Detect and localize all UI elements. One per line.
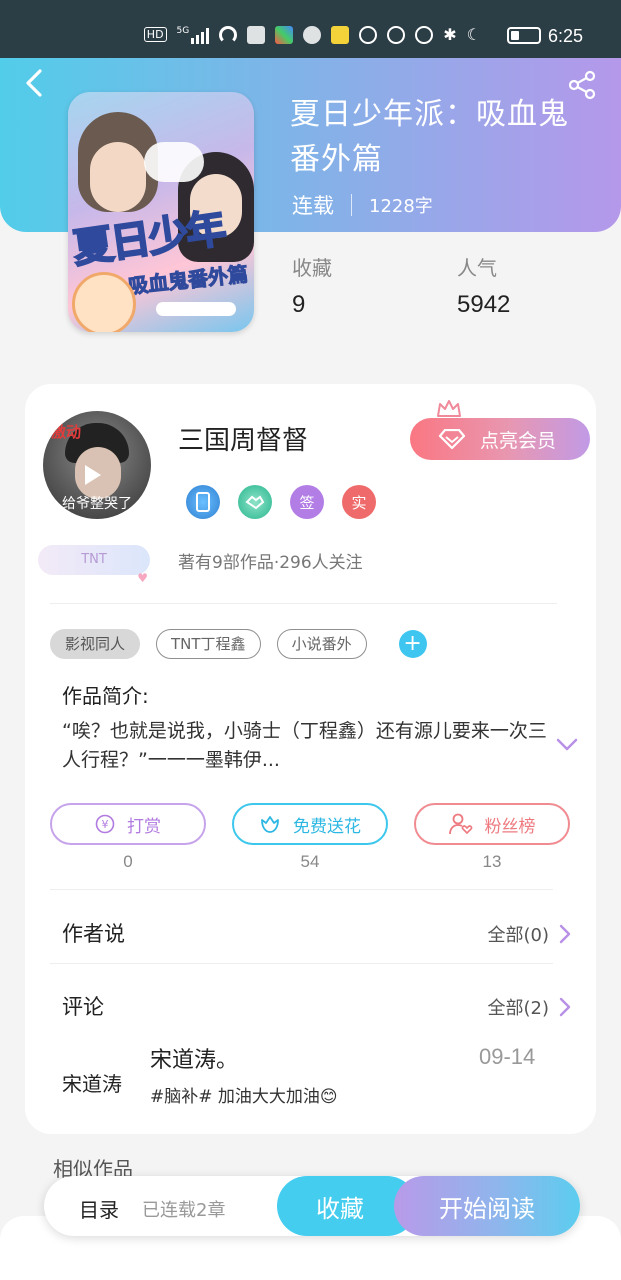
fans-count: 13 — [482, 852, 502, 871]
comment-author[interactable]: 宋道涛。 — [150, 1042, 238, 1074]
stat-favorites: 收藏 9 — [292, 252, 332, 319]
wifi-icon — [219, 25, 238, 44]
network-label: 5G — [176, 25, 190, 36]
stat-value: 9 — [292, 291, 306, 318]
reward-button[interactable]: ¥ 打赏 — [50, 803, 206, 845]
chevron-right-icon — [559, 924, 571, 944]
toc-button[interactable]: 目录 — [79, 1194, 119, 1223]
works-info: 著有9部作品·296人关注 — [178, 553, 363, 573]
svg-text:¥: ¥ — [102, 818, 109, 831]
author-avatar[interactable]: 激动 给爷整哭了 — [43, 411, 151, 519]
divider — [50, 603, 557, 604]
stat-value: 5942 — [457, 291, 511, 318]
flower-icon — [261, 816, 279, 833]
cover-speech-bubble — [144, 142, 204, 182]
book-title: 夏日少年派：吸血鬼番外篇 — [290, 97, 569, 177]
author-badges: 签 实 — [186, 485, 376, 519]
clock: 6:25 — [547, 26, 583, 46]
stat-popularity: 人气 5942 — [457, 252, 510, 319]
vip-button-label: 点亮会员 — [480, 429, 557, 452]
back-icon[interactable] — [20, 68, 50, 98]
comment-date: 09-14 — [479, 1044, 536, 1069]
hd-icon: HD — [143, 27, 167, 42]
start-reading-label: 开始阅读 — [439, 1194, 535, 1223]
cover-figure-face — [90, 142, 146, 212]
handshake-badge-icon[interactable] — [238, 485, 272, 519]
status-bar: HD 5G ✱ ☾ 6:25 — [0, 0, 621, 58]
serial-status: 连载 — [292, 194, 334, 218]
tag-pill[interactable]: 影视同人 — [50, 629, 141, 659]
play-icon — [85, 465, 101, 485]
stat-label: 人气 — [457, 256, 497, 280]
phone-badge-icon[interactable] — [186, 485, 220, 519]
signal-icon: 5G — [177, 26, 210, 44]
author-name[interactable]: 三国周督督 — [178, 420, 308, 457]
intro-label: 作品简介: — [62, 684, 149, 708]
sign-badge[interactable]: 签 — [290, 485, 324, 519]
author-says-all-label: 全部(0) — [487, 925, 550, 946]
book-cover[interactable]: 夏日少年派 吸血鬼番外篇 — [68, 92, 254, 332]
comments-all-label: 全部(2) — [487, 998, 550, 1019]
comments-all-link[interactable]: 全部(2) — [488, 994, 572, 1020]
fan-ranking-button[interactable]: 粉丝榜 — [414, 803, 570, 845]
fan-badge: TNT ♥ — [38, 545, 150, 585]
user-heart-icon — [448, 813, 472, 835]
intro-text: “唉？也就是说我，小骑士（丁程鑫）还有源儿要来一次三人行程？”一一一墨韩伊... — [62, 720, 547, 771]
app-icon — [275, 25, 294, 44]
favorite-label: 收藏 — [316, 1194, 364, 1223]
fan-badge-label: TNT — [81, 552, 107, 567]
bluetooth-icon: ✱ — [443, 25, 457, 44]
fan-ranking-label: 粉丝榜 — [484, 816, 536, 837]
yuan-icon: ¥ — [95, 814, 115, 834]
tag-pill[interactable]: TNT丁程鑫 — [156, 629, 261, 659]
vip-button[interactable]: 点亮会员 — [410, 418, 590, 460]
tv-icon — [247, 25, 266, 44]
stat-label: 收藏 — [292, 256, 332, 280]
battery-icon — [507, 27, 541, 44]
author-says-label: 作者说 — [62, 922, 125, 946]
verified-badge[interactable]: 实 — [342, 485, 376, 519]
heart-icon: ♥ — [137, 571, 148, 585]
comment-user[interactable]: 宋道涛 — [62, 1068, 122, 1097]
divider — [50, 889, 553, 890]
send-flower-label: 免费送花 — [293, 816, 361, 837]
send-flower-button[interactable]: 免费送花 — [232, 803, 388, 845]
avatar-caption: 给爷整哭了 — [62, 496, 132, 512]
diamond-icon — [438, 429, 466, 449]
crown-icon — [437, 400, 461, 417]
tag-pill[interactable]: 小说番外 — [276, 629, 367, 659]
word-count: 1228字 — [369, 196, 433, 217]
divider — [351, 194, 352, 216]
status-icons: HD 5G ✱ ☾ — [143, 25, 481, 44]
moon-icon: ☾ — [466, 25, 481, 44]
nfc-icon — [359, 25, 378, 44]
add-tag-icon[interactable]: + — [398, 630, 427, 658]
chapter-count: 已连载2章 — [142, 1200, 226, 1221]
eye-icon — [387, 25, 406, 44]
book-status-row: 连载 1228字 — [292, 190, 433, 220]
comment-text: #脑补# 加油大大加油😊 — [150, 1087, 338, 1107]
chevron-down-icon[interactable] — [556, 738, 578, 752]
flower-count: 54 — [300, 852, 320, 871]
start-reading-button[interactable]: 开始阅读 — [394, 1176, 580, 1236]
chevron-right-icon — [559, 997, 571, 1017]
divider — [50, 963, 553, 964]
author-says-all-link[interactable]: 全部(0) — [488, 921, 572, 947]
tag-list: 影视同人 TNT丁程鑫 小说番外 + — [50, 629, 427, 659]
avatar-sticker-text: 激动 — [51, 423, 82, 441]
cover-chibi-figure — [72, 272, 136, 332]
reward-label: 打赏 — [127, 816, 161, 837]
cover-tag — [156, 302, 236, 316]
chat-icon — [331, 25, 350, 44]
qq-icon — [303, 25, 322, 44]
reward-count: 0 — [123, 852, 133, 871]
comments-label: 评论 — [62, 995, 104, 1019]
alarm-icon — [415, 25, 434, 44]
